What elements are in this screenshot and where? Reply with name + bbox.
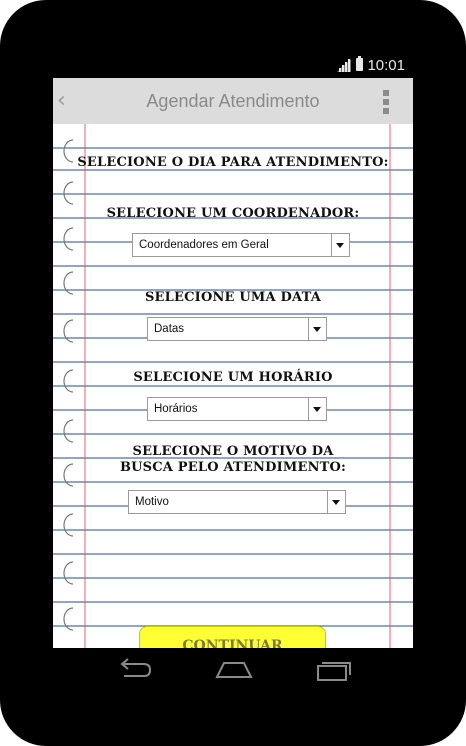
recent-apps-icon[interactable] [316, 658, 352, 682]
label-time: Selecione um horário [133, 370, 333, 385]
dropdown-arrow-icon [327, 491, 345, 513]
notebook-paper-background: Selecione o dia para atendimento: Seleci… [53, 124, 413, 648]
paper-rules [53, 124, 413, 648]
heading-select-day: Selecione o dia para atendimento: [77, 155, 389, 170]
continue-button[interactable]: Continuar [139, 626, 326, 648]
status-bar: 10:01 [53, 52, 413, 78]
battery-icon [356, 56, 363, 71]
time-select-value: Horários [154, 403, 198, 415]
action-bar: ‹ Agendar Atendimento [53, 78, 413, 124]
status-time: 10:01 [367, 57, 405, 74]
reason-select-value: Motivo [135, 496, 169, 508]
phone-frame: 10:01 ‹ Agendar Atendimento SELECIONE O … [0, 0, 466, 746]
overflow-menu-icon[interactable] [383, 90, 389, 114]
dropdown-arrow-icon [331, 234, 349, 256]
date-select[interactable]: Datas [147, 317, 327, 341]
coordinator-select[interactable]: Coordenadores em Geral [132, 233, 350, 257]
time-select[interactable]: Horários [147, 397, 327, 421]
signal-icon [337, 59, 351, 72]
reason-select[interactable]: Motivo [128, 490, 346, 514]
label-coordinator: Selecione um coordenador: [106, 206, 360, 221]
dropdown-arrow-icon [308, 398, 326, 420]
back-icon[interactable] [116, 658, 152, 680]
home-icon[interactable] [214, 658, 254, 680]
page-title: Agendar Atendimento [146, 91, 320, 111]
label-date: Selecione uma data [144, 290, 322, 305]
phone-screen: 10:01 ‹ Agendar Atendimento SELECIONE O … [53, 52, 413, 648]
dropdown-arrow-icon [308, 318, 326, 340]
label-reason-line2: busca pelo atendimento: [119, 460, 347, 475]
system-navigation-bar [53, 648, 413, 694]
label-reason-line1: Selecione o motivo da [132, 444, 334, 459]
coordinator-select-value: Coordenadores em Geral [139, 239, 269, 251]
date-select-value: Datas [154, 323, 185, 335]
